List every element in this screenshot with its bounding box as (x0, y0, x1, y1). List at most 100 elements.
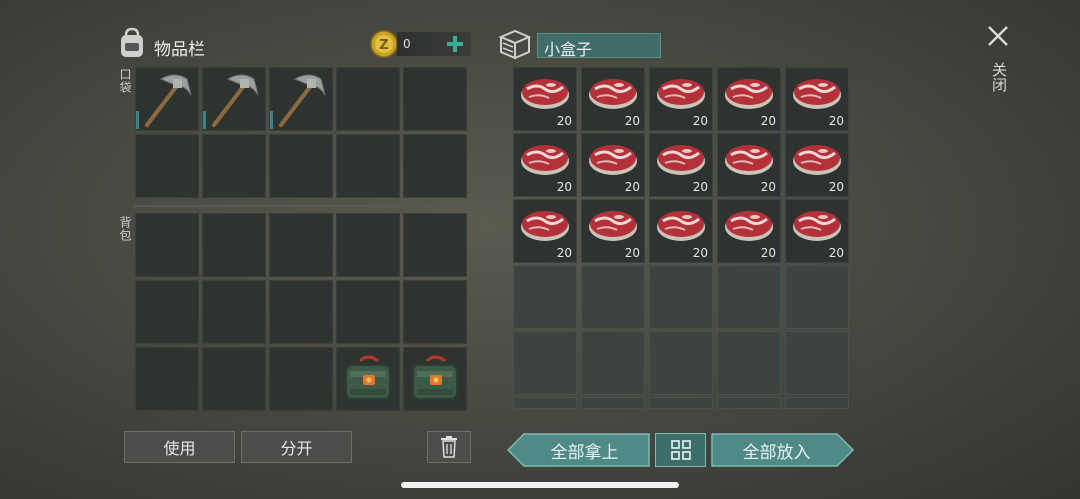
put-all-label: 全部放入 (742, 442, 811, 463)
backpack-slot[interactable] (403, 213, 467, 277)
item-quantity: 20 (828, 246, 844, 260)
pickaxe-icon (135, 67, 199, 131)
backpack-case-icon (403, 347, 467, 411)
container-slot[interactable]: 20 (717, 133, 781, 197)
container-slot[interactable]: 20 (785, 199, 849, 263)
sort-button[interactable] (655, 433, 706, 467)
backpack-slot[interactable] (269, 280, 333, 344)
plus-icon (447, 36, 463, 52)
durability-bar (203, 111, 206, 129)
item-quantity: 20 (624, 114, 640, 128)
backpack-slot[interactable] (202, 347, 266, 411)
item-quantity: 20 (556, 114, 572, 128)
container-slot[interactable]: 20 (785, 133, 849, 197)
container-slot-empty[interactable] (785, 331, 849, 395)
close-button[interactable]: 关闭 (984, 22, 1012, 100)
pocket-slot[interactable] (269, 67, 333, 131)
container-slot-empty[interactable] (785, 397, 849, 409)
item-quantity: 20 (624, 246, 640, 260)
trash-icon (441, 436, 457, 458)
backpack-slot[interactable] (135, 280, 199, 344)
pocket-slot[interactable] (336, 67, 400, 131)
close-icon (988, 26, 1008, 46)
container-slot[interactable]: 20 (581, 199, 645, 263)
container-slot[interactable]: 20 (581, 67, 645, 131)
backpack-slot[interactable] (202, 213, 266, 277)
container-slot[interactable]: 20 (649, 133, 713, 197)
container-slot[interactable]: 20 (717, 67, 781, 131)
container-slot-empty[interactable] (717, 331, 781, 395)
close-label: 关闭 (990, 62, 1008, 92)
pocket-slot[interactable] (336, 134, 400, 198)
pocket-slot[interactable] (135, 67, 199, 131)
item-quantity: 20 (760, 180, 776, 194)
item-quantity: 20 (692, 246, 708, 260)
backpack-slot[interactable] (202, 280, 266, 344)
container-slot-empty[interactable] (581, 397, 645, 409)
durability-bar (270, 111, 273, 129)
backpack-case-icon (336, 347, 400, 411)
container-slot-empty[interactable] (785, 265, 849, 329)
coin-count: 0 (403, 37, 411, 51)
container-slot-empty[interactable] (649, 397, 713, 409)
container-slot[interactable]: 20 (649, 199, 713, 263)
pocket-slot[interactable] (403, 67, 467, 131)
pocket-slot[interactable] (202, 134, 266, 198)
container-slot-empty[interactable] (649, 265, 713, 329)
backpack-slot[interactable] (403, 280, 467, 344)
pocket-slot[interactable] (202, 67, 266, 131)
home-indicator[interactable] (401, 482, 679, 488)
take-all-button[interactable]: 全部拿上 (507, 433, 650, 467)
section-divider (134, 205, 472, 207)
container-slot[interactable]: 20 (581, 133, 645, 197)
pocket-label: 口袋 (118, 68, 132, 94)
add-coins-button[interactable] (444, 32, 466, 56)
container-slot-empty[interactable] (581, 265, 645, 329)
backpack-slot[interactable] (336, 213, 400, 277)
item-quantity: 20 (692, 114, 708, 128)
item-quantity: 20 (828, 114, 844, 128)
backpack-slot[interactable] (403, 347, 467, 411)
backpack-icon (117, 27, 147, 59)
backpack-label: 背包 (118, 216, 132, 242)
container-slot-empty[interactable] (649, 331, 713, 395)
grid-sort-icon (670, 440, 691, 460)
pocket-slot[interactable] (135, 134, 199, 198)
backpack-slot[interactable] (336, 280, 400, 344)
pickaxe-icon (202, 67, 266, 131)
backpack-slot[interactable] (269, 213, 333, 277)
container-slot[interactable]: 20 (649, 67, 713, 131)
item-quantity: 20 (760, 114, 776, 128)
container-slot-empty[interactable] (513, 397, 577, 409)
item-quantity: 20 (828, 180, 844, 194)
container-slot[interactable]: 20 (785, 67, 849, 131)
pocket-slot[interactable] (269, 134, 333, 198)
item-quantity: 20 (624, 180, 640, 194)
item-quantity: 20 (692, 180, 708, 194)
put-all-button[interactable]: 全部放入 (711, 433, 854, 467)
container-slot[interactable]: 20 (513, 67, 577, 131)
pocket-slot[interactable] (403, 134, 467, 198)
svg-text:Z: Z (379, 38, 388, 53)
backpack-slot[interactable] (135, 347, 199, 411)
container-slot-empty[interactable] (513, 265, 577, 329)
container-slot-empty[interactable] (581, 331, 645, 395)
container-slot[interactable]: 20 (513, 199, 577, 263)
use-button[interactable]: 使用 (124, 431, 235, 463)
backpack-slot[interactable] (336, 347, 400, 411)
container-slot-empty[interactable] (717, 265, 781, 329)
container-slot[interactable]: 20 (513, 133, 577, 197)
item-quantity: 20 (556, 180, 572, 194)
item-quantity: 20 (556, 246, 572, 260)
trash-button[interactable] (427, 431, 471, 463)
split-button[interactable]: 分开 (241, 431, 352, 463)
backpack-slot[interactable] (269, 347, 333, 411)
container-slot-empty[interactable] (513, 331, 577, 395)
item-quantity: 20 (760, 246, 776, 260)
container-title: 小盒子 (544, 40, 593, 59)
inventory-title: 物品栏 (154, 40, 205, 60)
coin-icon: Z (370, 30, 398, 58)
container-slot-empty[interactable] (717, 397, 781, 409)
backpack-slot[interactable] (135, 213, 199, 277)
container-slot[interactable]: 20 (717, 199, 781, 263)
